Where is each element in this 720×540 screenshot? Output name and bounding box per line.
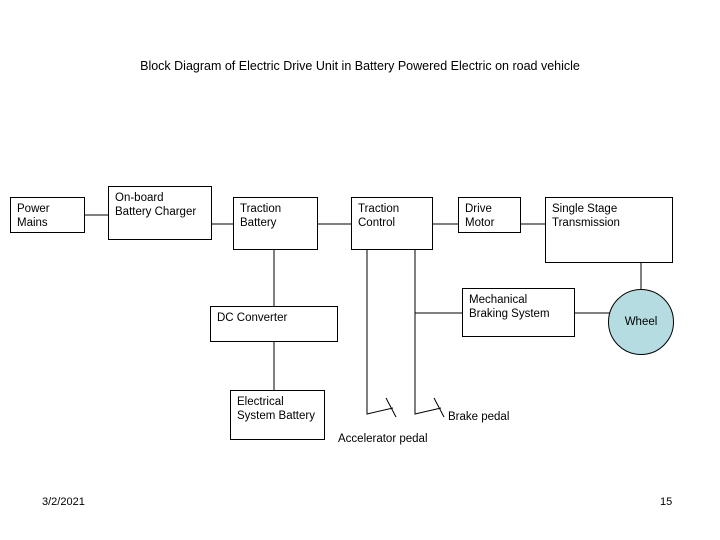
block-power-mains-line1: Power [17, 203, 50, 215]
block-wheel[interactable]: Wheel [608, 289, 674, 355]
label-brake-pedal: Brake pedal [448, 411, 510, 423]
block-electrical-system-battery-line1: Electrical [237, 396, 284, 408]
block-single-stage-transmission-line1: Single Stage [552, 203, 618, 215]
block-wheel-label: Wheel [624, 316, 658, 328]
footer-page-number: 15 [660, 496, 673, 508]
block-mechanical-braking-system-line2: Braking System [469, 308, 550, 320]
block-electrical-system-battery-line2: System Battery [237, 410, 315, 422]
block-onboard-battery-charger-line1: On-board [115, 192, 164, 204]
block-traction-control-line2: Control [358, 217, 396, 229]
block-traction-battery-line1: Traction [240, 203, 282, 215]
block-electrical-system-battery[interactable]: Electrical System Battery [230, 390, 325, 440]
block-mechanical-braking-system[interactable]: Mechanical Braking System [462, 288, 575, 337]
block-traction-battery[interactable]: Traction Battery [233, 197, 318, 250]
block-traction-control[interactable]: Traction Control [351, 197, 433, 250]
block-traction-battery-line2: Battery [240, 217, 277, 229]
label-accelerator-pedal: Accelerator pedal [338, 433, 428, 445]
block-single-stage-transmission[interactable]: Single Stage Transmission [545, 197, 673, 263]
block-power-mains-line2: Mains [17, 217, 48, 229]
block-dc-converter-line1: DC Converter [217, 312, 288, 324]
block-onboard-battery-charger[interactable]: On-board Battery Charger [108, 186, 212, 240]
accelerator-pedal-icon [366, 400, 394, 415]
slide-canvas: Block Diagram of Electric Drive Unit in … [0, 0, 720, 540]
block-traction-control-line1: Traction [358, 203, 400, 215]
block-dc-converter[interactable]: DC Converter [210, 306, 338, 342]
block-drive-motor-line2: Motor [465, 217, 495, 229]
footer-date: 3/2/2021 [42, 496, 85, 508]
block-power-mains[interactable]: Power Mains [10, 197, 85, 233]
block-onboard-battery-charger-line2: Battery Charger [115, 206, 197, 218]
diagram-connectors [85, 214, 642, 418]
block-mechanical-braking-system-line1: Mechanical [469, 294, 528, 306]
accelerator-pedal-stroke [385, 397, 397, 418]
block-single-stage-transmission-line2: Transmission [552, 217, 620, 229]
block-drive-motor-line1: Drive [465, 203, 492, 215]
brake-pedal-icon [414, 400, 442, 415]
brake-pedal-stroke [433, 397, 445, 418]
block-drive-motor[interactable]: Drive Motor [458, 197, 521, 233]
